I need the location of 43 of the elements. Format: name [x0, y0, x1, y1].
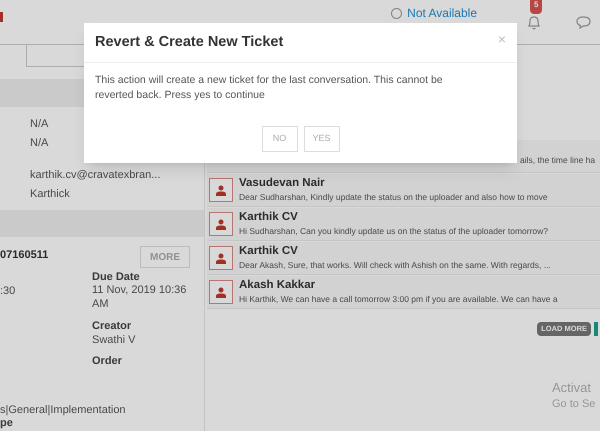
person-icon [216, 286, 226, 298]
sender-name: Karthik CV [239, 210, 299, 224]
chat-icon[interactable] [576, 16, 591, 28]
message-row[interactable]: Karthik CV Hi Sudharshan, Can you kindly update us on the status of the uploader tomorrow? [207, 208, 600, 241]
due-date-label: Due Date [92, 270, 140, 285]
contact-field: Karthick [30, 186, 204, 202]
sender-name: Akash Kakkar [239, 278, 316, 292]
person-icon [216, 218, 226, 230]
type-label: pe [0, 416, 13, 431]
order-label: Order [92, 354, 122, 369]
message-row[interactable]: Akash Kakkar Hi Karthik, We can have a call tomorrow 3:00 pm if you are available. We can have a [207, 276, 600, 309]
person-icon [216, 252, 226, 264]
message-preview: Dear Akash, Sure, that works. Will check with Ashish on the same. With regards, ... [239, 259, 551, 272]
ticket-number: 07160511 [0, 248, 48, 263]
category-path: s|General|Implementation [0, 403, 126, 418]
message-preview: Hi Sudharshan, Can you kindly update us on the status of the uploader tomorrow? [239, 225, 548, 238]
sender-name: Vasudevan Nair [239, 176, 326, 190]
status-radio[interactable] [391, 8, 402, 18]
time-value: :30 [0, 284, 16, 299]
dialog-button[interactable]: YES [304, 126, 340, 152]
person-icon [216, 184, 226, 196]
message-row[interactable]: Karthik CV Dear Akash, Sure, that works. Will check with Ashish on the same. With regards, ... [207, 242, 600, 275]
message-row[interactable]: Vasudevan Nair Dear Sudharshan, Kindly update the status on the uploader and also how to move [207, 174, 600, 207]
activation-hint: Go to Se [552, 397, 596, 412]
dialog-button[interactable]: NO [262, 126, 298, 152]
dialog-title: Revert & Create New Ticket [95, 32, 284, 52]
more-button[interactable]: MORE [140, 246, 190, 268]
sender-name: Karthik CV [239, 244, 299, 258]
due-date-value: 11 Nov, 2019 10:36 AM [92, 283, 188, 311]
message-preview: ails, the time line ha [520, 154, 596, 166]
status-label[interactable]: Not Available [407, 4, 477, 22]
dialog-message: This action will create a new ticket for the last conversation. This cannot be reverted back. Press yes to continue [94, 73, 444, 103]
creator-value: Swathi V [92, 333, 136, 348]
notification-badge: 5 [530, 0, 542, 14]
message-preview: Dear Sudharshan, Kindly update the status on the uploader and also how to move [239, 191, 548, 204]
logo-mark [0, 12, 3, 22]
contact-field: N/A [30, 135, 204, 151]
activation-notice: Activat [552, 380, 592, 396]
bell-icon[interactable] [527, 14, 541, 30]
contact-field: N/A [30, 116, 204, 132]
contact-field: karthik.cv@cravatexbran... [30, 167, 204, 183]
message-preview: Hi Karthik, We can have a call tomorrow 3:00 pm if you are available. We can have a [239, 293, 558, 306]
creator-label: Creator [92, 319, 132, 334]
